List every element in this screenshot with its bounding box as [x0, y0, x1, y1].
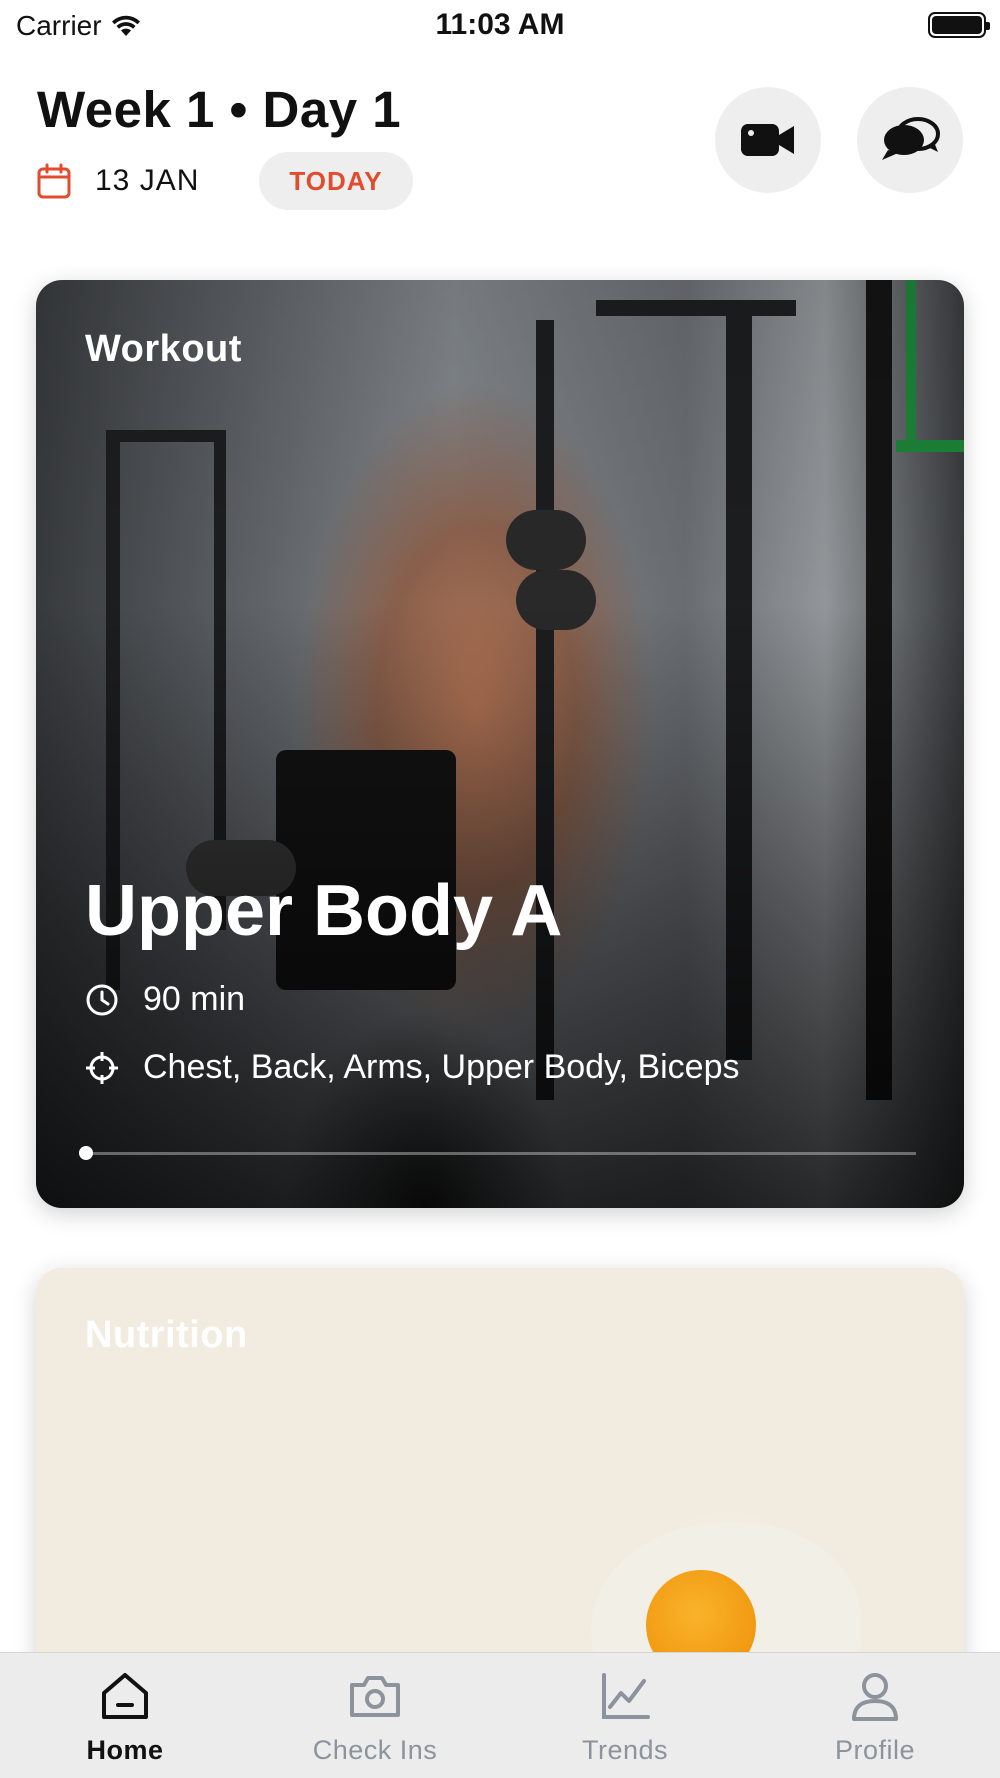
messages-button[interactable]: [857, 87, 963, 193]
chart-line-icon: [602, 1673, 650, 1719]
workout-duration: 90 min: [85, 980, 245, 1019]
today-button[interactable]: TODAY: [259, 152, 413, 210]
nutrition-label: Nutrition: [85, 1314, 248, 1356]
tab-check-ins[interactable]: Check Ins: [250, 1653, 500, 1778]
tab-bar: Home Check Ins Trends Profile: [0, 1652, 1000, 1778]
status-time: 11:03 AM: [435, 8, 565, 41]
clock-icon: [86, 984, 118, 1015]
tab-trends[interactable]: Trends: [500, 1653, 750, 1778]
targets-text: Chest, Back, Arms, Upper Body, Biceps: [143, 1048, 740, 1086]
status-bar: Carrier 11:03 AM: [0, 0, 1000, 50]
chat-bubbles-icon: [882, 117, 940, 160]
workout-progress-bar: [79, 1146, 916, 1160]
workout-progress-dot: [79, 1146, 93, 1160]
page-title: Week 1 • Day 1: [37, 81, 402, 138]
tab-profile[interactable]: Profile: [750, 1653, 1000, 1778]
camera-icon: [350, 1676, 400, 1717]
tab-home[interactable]: Home: [0, 1653, 250, 1778]
tab-check-ins-label: Check Ins: [312, 1735, 438, 1765]
video-call-button[interactable]: [715, 87, 821, 193]
workout-title: Upper Body A: [85, 871, 563, 951]
video-camera-icon: [741, 124, 794, 156]
date-label: 13 JAN: [95, 164, 200, 197]
workout-label: Workout: [85, 328, 242, 370]
tab-trends-label: Trends: [581, 1735, 669, 1765]
battery-icon: [928, 12, 990, 38]
calendar-icon: [37, 163, 71, 199]
workout-card[interactable]: Workout Upper Body A 90 min Chest, Back,…: [36, 280, 964, 1208]
tab-profile-label: Profile: [834, 1735, 916, 1765]
tab-home-label: Home: [86, 1735, 164, 1765]
user-icon: [852, 1673, 898, 1721]
workout-targets: Chest, Back, Arms, Upper Body, Biceps: [85, 1048, 740, 1087]
home-icon: [102, 1673, 148, 1719]
date-row: 13 JAN TODAY: [37, 152, 413, 210]
duration-text: 90 min: [143, 980, 246, 1018]
crosshair-icon: [86, 1051, 118, 1084]
